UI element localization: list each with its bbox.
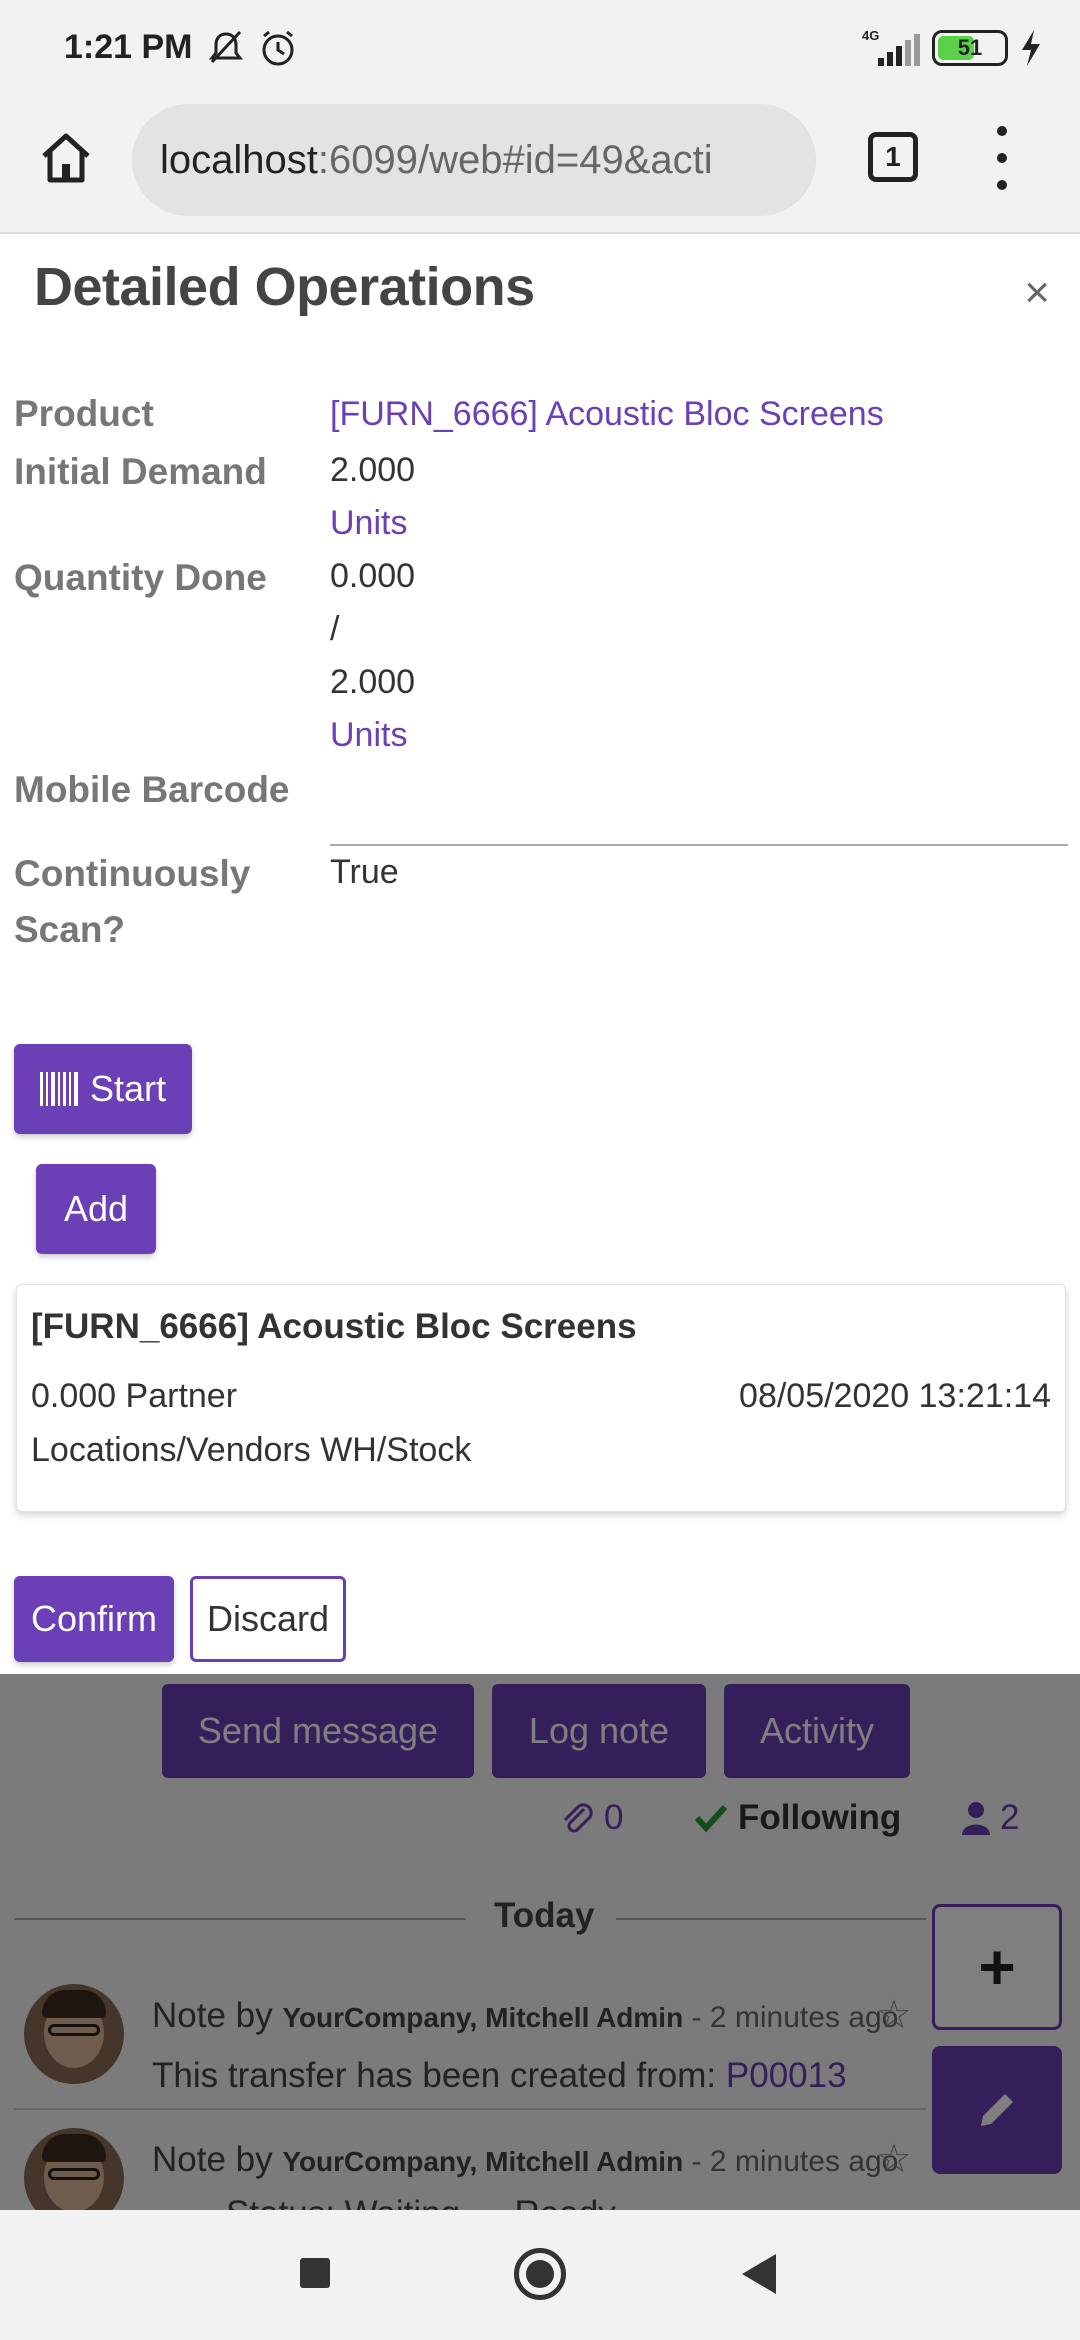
initial-demand-label: Initial Demand [14,451,267,492]
avatar [24,1984,124,2084]
barcode-icon [39,1072,78,1106]
quantity-done-total: 2.000 [330,663,416,701]
battery-icon: 51 [932,30,1008,66]
product-link[interactable]: [FURN_6666] Acoustic Bloc Screens [330,388,884,440]
edit-fab-button [932,2046,1062,2174]
pencil-icon [981,2094,1013,2126]
quantity-done-separator: / [330,610,340,648]
charging-icon [1022,30,1040,66]
svg-text:4G: 4G [862,28,879,43]
chatter-background: Send message Log note Activity 0 Followi… [0,1674,1080,2210]
continuously-scan-label-line2: Scan? [14,909,126,950]
home-icon[interactable] [36,128,96,188]
quantity-done-label: Quantity Done [14,557,267,598]
following-status: Following [694,1798,901,1838]
discard-button[interactable]: Discard [190,1576,346,1662]
recents-icon[interactable] [300,2258,330,2288]
home-nav-icon[interactable] [514,2248,566,2300]
note-body: Status: Waiting → Ready [226,2194,616,2210]
paperclip-icon [563,1803,593,1833]
avatar [24,2128,124,2210]
log-note-button: Log note [492,1684,706,1778]
mute-icon [208,30,244,64]
followers-count: 2 [962,1798,1019,1838]
quantity-done-value: 0.000 [330,557,416,595]
signal-icon: 4G [862,28,920,66]
mobile-barcode-input[interactable] [330,844,1068,846]
move-line-product: [FURN_6666] Acoustic Bloc Screens [31,1307,637,1346]
divider [616,1918,926,1920]
confirm-button[interactable]: Confirm [14,1576,174,1662]
detailed-operations-dialog: Detailed Operations × Product [FURN_6666… [0,234,1080,1674]
today-separator: Today [494,1896,595,1935]
quantity-done-uom[interactable]: Units [330,709,407,761]
continuously-scan-label-line1: Continuously [14,853,251,894]
move-line-date: 08/05/2020 13:21:14 [739,1377,1051,1415]
close-icon[interactable]: × [1024,268,1050,318]
divider [14,2108,926,2110]
android-nav-bar [0,2210,1080,2340]
browser-menu-icon[interactable] [990,126,1014,190]
product-label: Product [14,393,154,434]
attachments-count: 0 [560,1798,623,1838]
status-bar: 1:21 PM 4G 51 [0,0,1080,96]
star-icon: ☆ [876,2137,912,2181]
address-bar[interactable]: localhost:6099/web#id=49&acti [132,104,816,216]
move-line-quantity: 0.000 Partner [31,1377,238,1415]
continuously-scan-value: True [330,853,399,891]
dialog-title: Detailed Operations [34,257,535,317]
note-header: Note by YourCompany, Mitchell Admin - 2 … [152,1996,899,2035]
initial-demand-uom[interactable]: Units [330,497,407,549]
star-icon: ☆ [876,1993,912,2037]
send-message-button: Send message [162,1684,474,1778]
add-line-button[interactable]: Add [36,1164,156,1254]
browser-toolbar: localhost:6099/web#id=49&acti 1 [0,96,1080,234]
alarm-icon [262,30,294,66]
activity-button: Activity [724,1684,910,1778]
user-icon [962,1802,990,1835]
back-icon[interactable] [742,2254,776,2294]
check-icon [694,1804,728,1833]
mobile-barcode-label: Mobile Barcode [14,769,290,810]
divider [14,1918,466,1920]
add-fab-button: + [932,1904,1062,2030]
status-time: 1:21 PM [64,28,193,66]
note-body: This transfer has been created from: P00… [152,2056,847,2095]
tab-switcher-button[interactable]: 1 [868,132,918,182]
move-line-card[interactable]: [FURN_6666] Acoustic Bloc Screens 0.000 … [16,1284,1066,1512]
initial-demand-value: 2.000 [330,451,416,489]
note-header: Note by YourCompany, Mitchell Admin - 2 … [152,2140,899,2179]
start-button-label: Start [89,1068,167,1109]
start-scan-button[interactable]: Start [14,1044,192,1134]
url-text: localhost:6099/web#id=49&acti [160,138,713,182]
move-line-locations: Locations/Vendors WH/Stock [31,1431,472,1469]
